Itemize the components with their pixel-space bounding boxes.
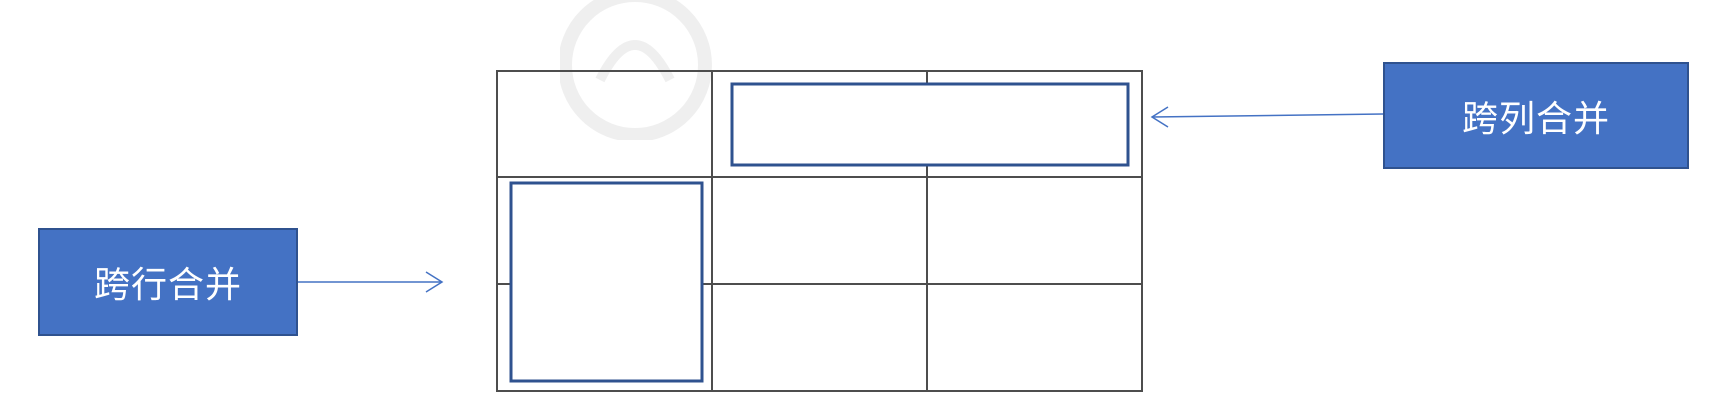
colspan-highlight	[730, 82, 1130, 167]
colspan-label-box: 跨列合并	[1383, 62, 1689, 169]
diagram-canvas: 跨行合并 跨列合并	[0, 0, 1710, 419]
rowspan-highlight	[509, 181, 704, 383]
rowspan-label-box: 跨行合并	[38, 228, 298, 336]
rowspan-label: 跨行合并	[93, 265, 242, 306]
colspan-label: 跨列合并	[1461, 98, 1610, 140]
rowspan-arrow	[298, 271, 444, 293]
colspan-arrow	[1150, 106, 1384, 128]
